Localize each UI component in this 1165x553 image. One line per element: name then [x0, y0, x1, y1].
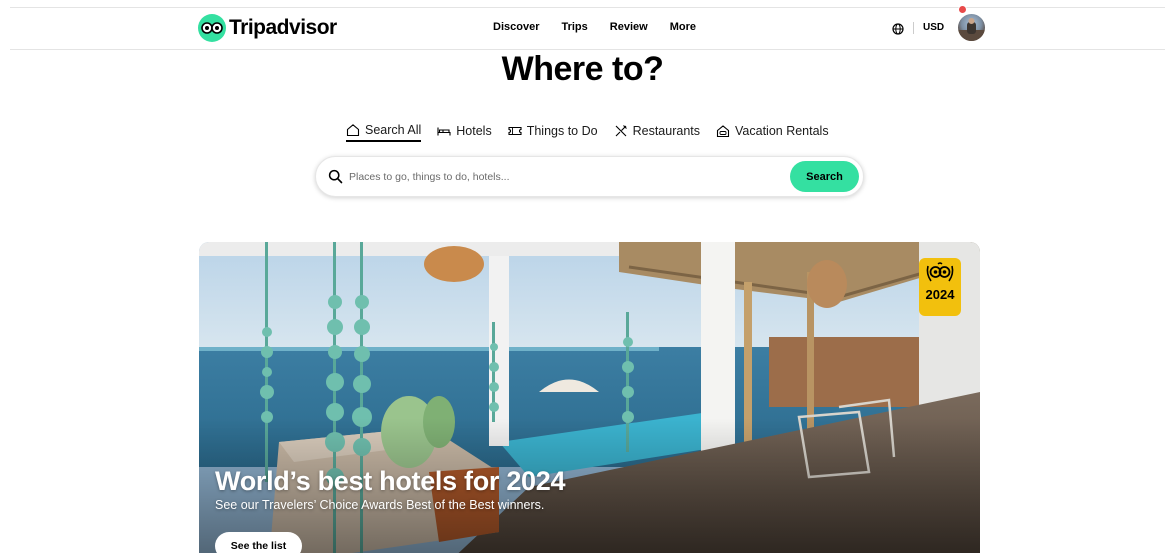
- owl-award-icon: [926, 262, 954, 282]
- header-actions: USD: [892, 14, 986, 41]
- nav-trips[interactable]: Trips: [561, 21, 587, 33]
- tab-hotels[interactable]: Hotels: [437, 120, 492, 142]
- tab-label: Search All: [365, 123, 422, 137]
- nav-discover[interactable]: Discover: [493, 21, 539, 33]
- search-icon: [328, 169, 343, 184]
- main-nav: Discover Trips Review More: [493, 21, 696, 33]
- tab-label: Things to Do: [526, 124, 598, 138]
- avatar[interactable]: [958, 14, 986, 41]
- page-title: Where to?: [501, 50, 664, 88]
- search-input[interactable]: [349, 167, 779, 187]
- see-the-list-button[interactable]: See the list: [215, 532, 302, 553]
- banner-title: World’s best hotels for 2024: [215, 466, 566, 496]
- tab-restaurants[interactable]: Restaurants: [614, 120, 700, 142]
- home-icon: [346, 124, 360, 137]
- tab-vacation-rentals[interactable]: Vacation Rentals: [716, 120, 829, 142]
- currency-selector[interactable]: USD: [913, 21, 944, 34]
- nav-review[interactable]: Review: [610, 21, 648, 33]
- globe-icon[interactable]: [892, 22, 904, 35]
- search-category-tabs: Search All Hotels Things to Do Restauran…: [346, 120, 845, 142]
- brand-name: Tripadvisor: [229, 16, 337, 39]
- tab-search-all[interactable]: Search All: [346, 120, 422, 142]
- utensils-icon: [615, 125, 627, 137]
- tab-label: Hotels: [456, 124, 492, 138]
- house-icon: [716, 125, 730, 138]
- award-year: 2024: [925, 287, 955, 302]
- site-header: Tripadvisor Discover Trips Review More U…: [10, 8, 1165, 50]
- notification-dot: [958, 5, 967, 14]
- ticket-icon: [508, 126, 522, 136]
- tab-label: Restaurants: [632, 124, 700, 138]
- tripadvisor-logo[interactable]: Tripadvisor: [198, 14, 337, 42]
- tab-things-to-do[interactable]: Things to Do: [508, 120, 598, 142]
- travelers-choice-badge: 2024: [919, 258, 961, 316]
- search-bar: Search: [315, 156, 864, 197]
- banner-subtitle: See our Travelers’ Choice Awards Best of…: [215, 498, 545, 512]
- tab-label: Vacation Rentals: [735, 124, 829, 138]
- owl-logo-icon: [198, 14, 226, 42]
- nav-more[interactable]: More: [670, 21, 696, 33]
- search-button[interactable]: Search: [790, 161, 859, 192]
- awards-banner[interactable]: 2024 World’s best hotels for 2024 See ou…: [199, 242, 980, 553]
- bed-icon: [437, 127, 451, 136]
